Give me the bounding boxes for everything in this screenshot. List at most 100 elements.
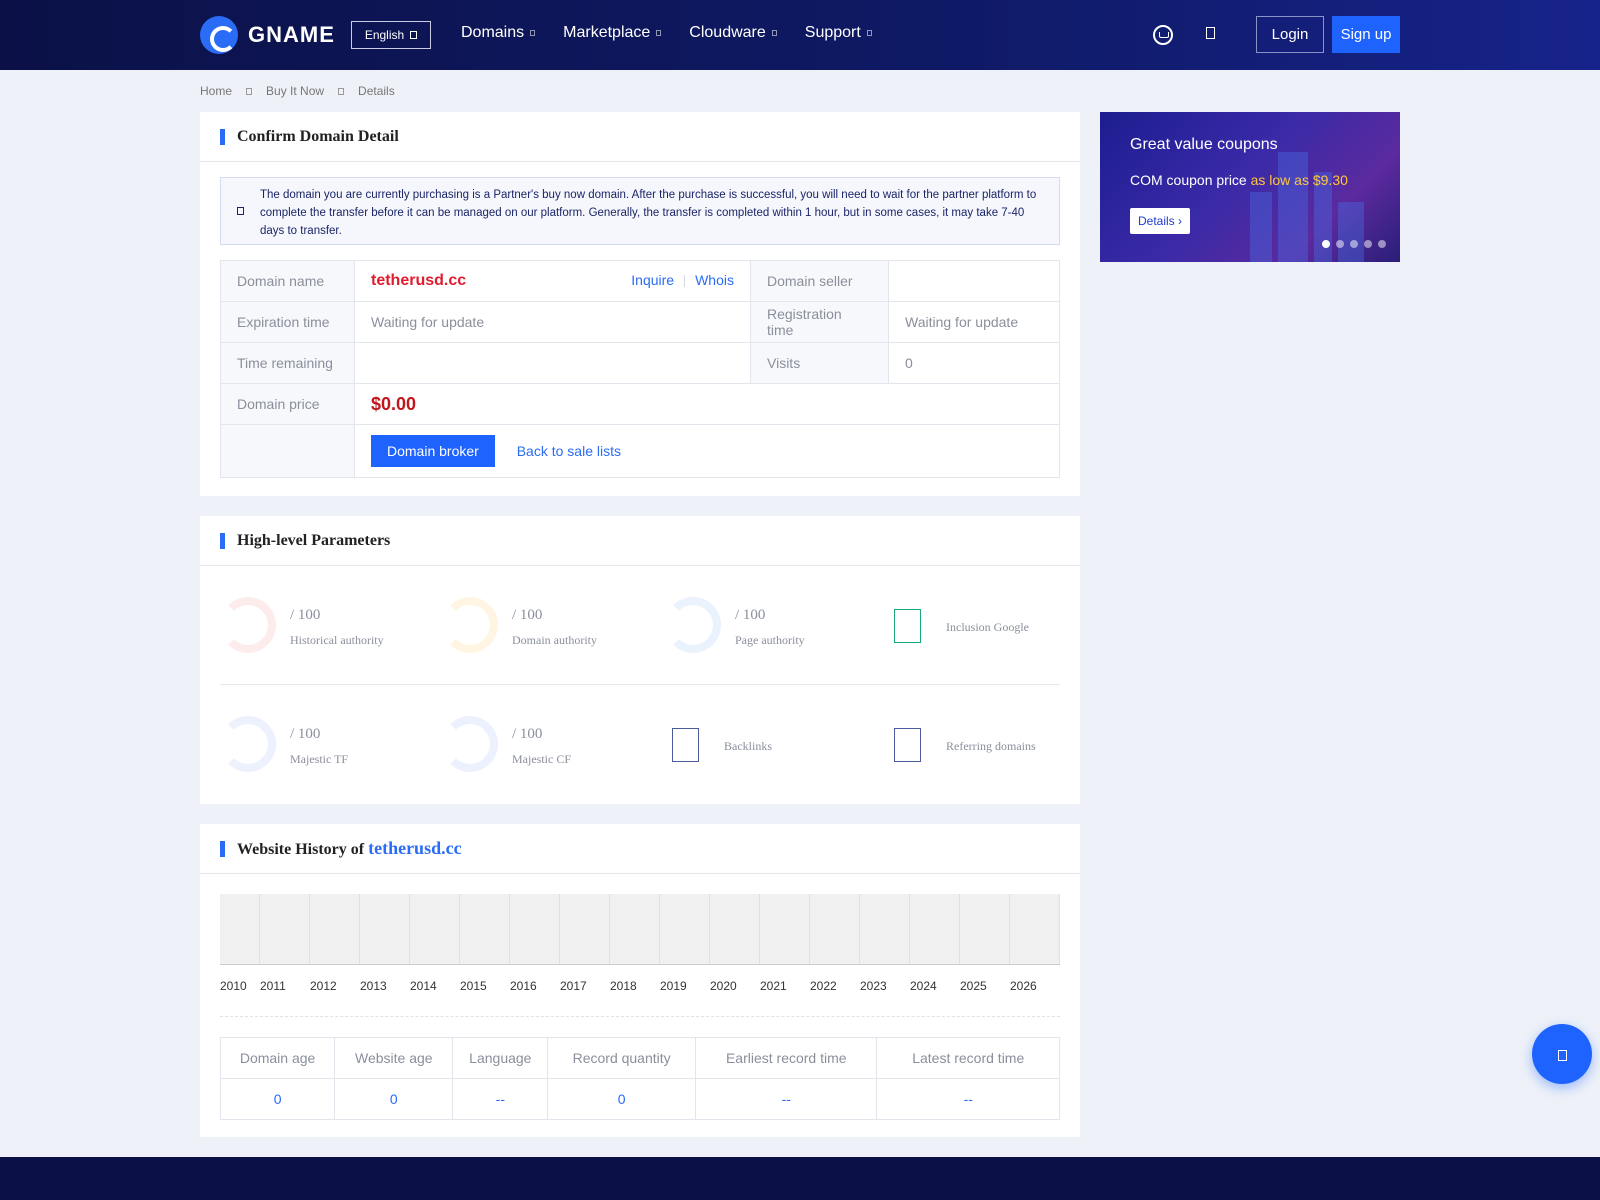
registration-label: Registration time [750, 301, 889, 343]
website-history-panel: Website History of tetherusd.cc 2010 2011… [200, 824, 1080, 1137]
stats-value-cell: -- [452, 1078, 549, 1120]
domain-name-cell: tetherusd.cc Inquire Whois [354, 260, 751, 302]
stats-header-cell: Earliest record time [695, 1037, 878, 1079]
login-button[interactable]: Login [1256, 16, 1324, 53]
language-label: English [364, 28, 405, 42]
main-nav: Domains Marketplace Cloudware Support [461, 24, 872, 42]
history-year-cell [260, 894, 311, 964]
expiration-label: Expiration time [220, 301, 355, 343]
banner-building-shape [1250, 192, 1272, 262]
banner-details-button[interactable]: Details › [1130, 208, 1191, 234]
domain-broker-button[interactable]: Domain broker [371, 435, 495, 467]
nav-marketplace[interactable]: Marketplace [563, 24, 662, 42]
majestic-tf-ring [220, 716, 276, 772]
floating-support-button[interactable] [1532, 1024, 1592, 1084]
breadcrumb-separator-icon [246, 87, 253, 95]
gname-logo-icon [200, 16, 238, 54]
inquire-link[interactable]: Inquire [631, 272, 674, 288]
domain-price-cell: $0.00 [354, 383, 1060, 425]
page-authority-label: Page authority [735, 633, 805, 647]
history-year-label: 2016 [510, 979, 537, 993]
back-to-sale-lists-link[interactable]: Back to sale lists [517, 443, 621, 459]
breadcrumb-buy-it-now[interactable]: Buy It Now [266, 84, 324, 98]
history-year-label: 2019 [660, 979, 687, 993]
referring-domains-metric: Referring domains [894, 716, 1114, 776]
backlinks-label: Backlinks [724, 739, 772, 753]
history-year-label: 2021 [760, 979, 787, 993]
language-selector[interactable]: English [351, 21, 431, 49]
visits-value: 0 [888, 342, 1060, 384]
domain-name-value: tetherusd.cc [371, 272, 467, 289]
history-year-label: 2022 [810, 979, 837, 993]
carousel-dot[interactable] [1350, 240, 1358, 248]
majestic-cf-score: / 100 [512, 726, 543, 742]
nav-domains[interactable]: Domains [461, 24, 536, 42]
domain-price-value: $0.00 [371, 393, 417, 414]
nav-support[interactable]: Support [805, 24, 872, 42]
carousel-dot[interactable] [1336, 240, 1344, 248]
history-year-label: 2014 [410, 979, 437, 993]
action-label-cell [220, 424, 355, 478]
history-year-cell [410, 894, 461, 964]
panel-title: High-level Parameters [237, 531, 391, 549]
whois-link[interactable]: Whois [695, 272, 734, 288]
signup-button[interactable]: Sign up [1332, 16, 1400, 53]
notification-icon[interactable] [1206, 27, 1215, 39]
domain-price-label: Domain price [220, 383, 355, 425]
breadcrumb-details: Details [358, 84, 395, 98]
history-domain-link[interactable]: tetherusd.cc [368, 838, 461, 858]
history-year-cell [510, 894, 561, 964]
history-year-label: 2025 [960, 979, 987, 993]
history-year-cell [860, 894, 910, 964]
coupon-banner[interactable]: Great value coupons COM coupon price as … [1100, 112, 1400, 262]
footer [0, 1157, 1600, 1200]
referring-domains-label: Referring domains [946, 739, 1036, 753]
history-year-label: 2020 [710, 979, 737, 993]
chevron-down-icon [410, 31, 418, 39]
nav-support-label: Support [804, 24, 861, 41]
domain-seller-value [888, 260, 1060, 302]
historical-authority-metric: / 100 Historical authority [220, 597, 440, 657]
stats-value-cell: 0 [334, 1078, 454, 1120]
history-stats-table: Domain age Website age Language Record quan… [219, 1037, 1060, 1120]
carousel-dot[interactable] [1378, 240, 1386, 248]
page-authority-metric: / 100 Page authority [665, 597, 885, 657]
history-year-cell [220, 894, 261, 964]
domain-seller-label: Domain seller [750, 260, 889, 302]
inclusion-google-icon [894, 609, 921, 643]
history-year-axis: 2010 2011 2012 2013 2014 2015 2016 2017 2018 2019… [220, 979, 1060, 993]
carousel-dot[interactable] [1364, 240, 1372, 248]
history-year-label: 2024 [910, 979, 937, 993]
cart-icon[interactable] [1153, 25, 1173, 45]
carousel-dot[interactable] [1322, 240, 1330, 248]
banner-subtitle-highlight: as low as $9.30 [1250, 172, 1348, 188]
stats-value-cell: -- [695, 1078, 878, 1120]
history-year-label: 2011 [260, 979, 286, 993]
high-level-parameters-panel: High-level Parameters / 100 Historical a… [200, 516, 1080, 804]
confirm-domain-panel: Confirm Domain Detail The domain you are… [200, 112, 1080, 496]
stats-value-cell: -- [876, 1078, 1060, 1120]
history-year-cell [660, 894, 711, 964]
nav-cloudware[interactable]: Cloudware [689, 24, 777, 42]
history-year-label: 2023 [860, 979, 887, 993]
banner-button-label: Details [1138, 214, 1175, 228]
chat-icon [1558, 1050, 1567, 1061]
history-year-cell [909, 894, 960, 964]
banner-subtitle: COM coupon price as low as $9.30 [1130, 172, 1348, 188]
gname-logo[interactable]: GNAME [200, 16, 335, 54]
banner-building-shape [1338, 202, 1364, 262]
breadcrumb-home[interactable]: Home [200, 84, 232, 98]
params-row-2: / 100 Majestic TF / 100 Majestic CF Back… [220, 686, 1060, 804]
history-year-cell [310, 894, 361, 964]
banner-subtitle-prefix: COM coupon price [1130, 172, 1251, 188]
params-row-1: / 100 Historical authority / 100 Domain … [220, 567, 1060, 685]
stats-header-cell: Record quantity [547, 1037, 697, 1079]
history-year-cell [1009, 894, 1060, 964]
stats-header-cell: Website age [334, 1037, 454, 1079]
domain-detail-table: Domain name tetherusd.cc Inquire Whois Do… [220, 260, 1060, 478]
history-year-label: 2010 [220, 979, 247, 993]
chevron-down-icon [771, 30, 777, 36]
panel-header: High-level Parameters [200, 516, 1080, 566]
stats-header-cell: Domain age [219, 1037, 336, 1079]
logo-text: GNAME [248, 22, 335, 47]
